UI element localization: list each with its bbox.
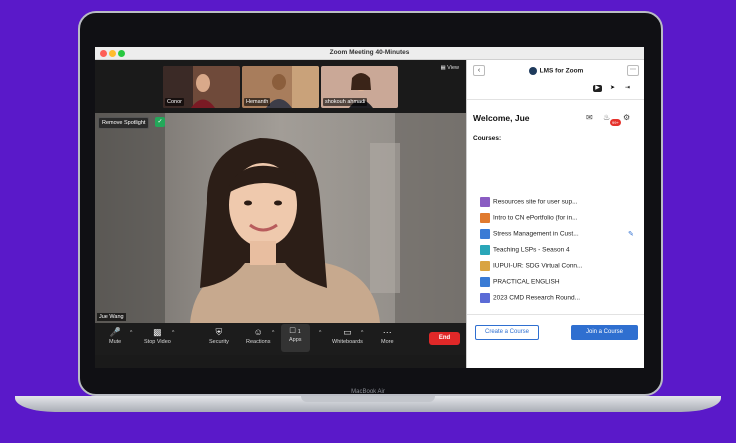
reactions-button[interactable]: ☺ Reactions: [246, 326, 270, 345]
participant-thumbnail[interactable]: Hemanth: [242, 66, 319, 108]
meeting-toolbar: 🎤 Mute ^ ▩ Stop Video ^ ⛨ Security ☺ Rea…: [95, 323, 466, 355]
course-item[interactable]: Teaching LSPs - Season 4: [480, 245, 640, 257]
grid-icon: ▦: [440, 65, 446, 71]
mute-options-chevron-icon[interactable]: ^: [130, 330, 132, 336]
remove-spotlight-button[interactable]: Remove Spotlight: [98, 117, 150, 129]
course-icon: [480, 197, 490, 207]
security-button[interactable]: ⛨ Security: [209, 326, 229, 345]
course-item[interactable]: Stress Management in Cust...: [480, 229, 640, 241]
more-button[interactable]: ⋯ More: [381, 326, 394, 345]
course-item[interactable]: Intro to CN ePortfolio (for in...: [480, 213, 640, 225]
lms-title: LMS for Zoom: [467, 67, 644, 75]
course-icon: [480, 213, 490, 223]
mute-button[interactable]: 🎤 Mute: [109, 326, 121, 345]
smiley-icon: ☺: [253, 327, 263, 337]
course-item[interactable]: Resources site for user sup...: [480, 197, 640, 209]
edit-pencil-icon[interactable]: ✎: [628, 230, 634, 238]
course-icon: [480, 293, 490, 303]
join-course-button[interactable]: Join a Course: [571, 325, 638, 340]
course-item[interactable]: PRACTICAL ENGLISH: [480, 277, 640, 289]
divider: [467, 314, 644, 315]
window-titlebar: Zoom Meeting 40-Minutes: [95, 47, 644, 60]
course-icon: [480, 229, 490, 239]
whiteboards-button[interactable]: ▭ Whiteboards: [332, 326, 363, 345]
participant-name: shokouh ahmadi: [323, 98, 368, 106]
shield-icon: ✓: [155, 117, 165, 127]
video-options-chevron-icon[interactable]: ^: [172, 330, 174, 336]
ellipsis-icon: ⋯: [630, 67, 636, 73]
spotlight-video: Remove Spotlight ✓ Jue Wang: [95, 113, 466, 323]
send-icon[interactable]: ➤: [608, 85, 617, 92]
course-icon: [480, 261, 490, 271]
gear-icon[interactable]: ⚙: [623, 113, 630, 122]
speaker-video: [95, 113, 466, 323]
panel-more-button[interactable]: ⋯: [627, 65, 639, 76]
laptop-notch: [301, 396, 435, 402]
lms-header: ‹ LMS for Zoom ⋯ ▶ ➤ ⇥: [467, 60, 644, 100]
lms-logo-icon: [528, 67, 537, 75]
exit-icon[interactable]: ⇥: [623, 85, 632, 92]
view-button[interactable]: ▦ View: [440, 65, 459, 71]
participant-thumbnail[interactable]: shokouh ahmadi: [321, 66, 398, 108]
security-shield-icon: ⛨: [215, 327, 223, 337]
apps-button[interactable]: □ 1 Apps: [281, 324, 310, 352]
apps-icon: □ 1: [289, 325, 301, 335]
stop-video-button[interactable]: ▩ Stop Video: [144, 326, 171, 345]
screen: Zoom Meeting 40-Minutes Conor Hemanth sh…: [95, 47, 644, 368]
reactions-chevron-icon[interactable]: ^: [272, 330, 274, 336]
video-area: Conor Hemanth shokouh ahmadi ▦ View Remo…: [95, 60, 466, 368]
mail-icon[interactable]: ✉: [586, 113, 593, 122]
welcome-heading: Welcome, Jue: [473, 113, 530, 123]
whiteboards-chevron-icon[interactable]: ^: [361, 330, 363, 336]
participant-name: Conor: [165, 98, 184, 106]
course-icon: [480, 245, 490, 255]
participant-thumbnail[interactable]: Conor: [163, 66, 240, 108]
bell-icon[interactable]: ♨: [603, 113, 610, 122]
apps-chevron-icon[interactable]: ^: [319, 330, 321, 336]
ellipsis-icon: ⋯: [382, 327, 392, 337]
create-course-button[interactable]: Create a Course: [475, 325, 539, 340]
window-title: Zoom Meeting 40-Minutes: [329, 49, 410, 56]
lms-panel: ‹ LMS for Zoom ⋯ ▶ ➤ ⇥ Welcome, Jue ✉ ♨ …: [466, 60, 644, 368]
youtube-icon[interactable]: ▶: [593, 85, 602, 92]
course-item[interactable]: 2023 CMD Research Round...: [480, 293, 640, 305]
whiteboard-icon: ▭: [343, 327, 352, 337]
courses-label: Courses:: [473, 135, 502, 142]
speaker-name: Jue Wang: [97, 313, 126, 321]
notification-badge: 99+: [610, 119, 621, 126]
laptop-brand: MacBook Air: [351, 389, 385, 395]
participant-name: Hemanth: [244, 98, 271, 106]
course-item[interactable]: IUPUI-UR: SDG Virtual Conn...: [480, 261, 640, 273]
course-icon: [480, 277, 490, 287]
video-camera-icon: ▩: [153, 327, 162, 337]
microphone-icon: 🎤: [109, 327, 121, 337]
end-meeting-button[interactable]: End: [429, 332, 460, 345]
